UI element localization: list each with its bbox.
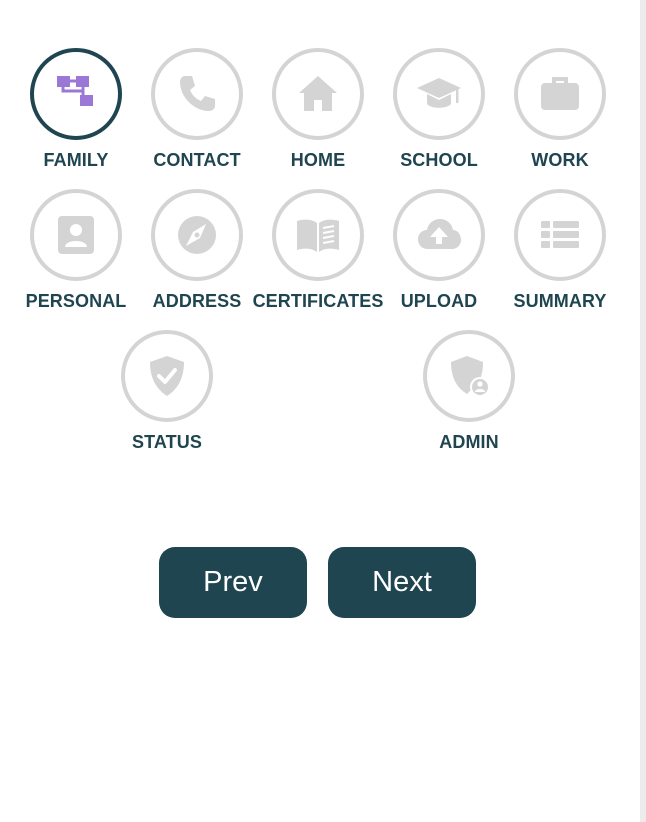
shield-user-icon (451, 356, 490, 397)
id-badge-icon (58, 216, 94, 254)
step-address[interactable]: ADDRESS (127, 189, 267, 312)
step-contact[interactable]: CONTACT (127, 48, 267, 171)
personal-circle (30, 189, 122, 281)
home-circle (272, 48, 364, 140)
step-label: CERTIFICATES (252, 291, 384, 311)
family-tree-icon (57, 76, 93, 106)
upload-circle (393, 189, 485, 281)
step-label: STATUS (132, 432, 202, 452)
step-status[interactable]: STATUS (97, 330, 237, 453)
list-icon (541, 221, 579, 248)
step-label: HOME (290, 150, 346, 170)
step-label: SUMMARY (513, 291, 607, 311)
certificates-circle (272, 189, 364, 281)
summary-circle (514, 189, 606, 281)
work-circle (514, 48, 606, 140)
prev-button[interactable]: Prev (159, 547, 307, 618)
open-book-icon (297, 219, 339, 252)
step-certificates[interactable]: CERTIFICATES (248, 189, 388, 312)
step-school[interactable]: SCHOOL (369, 48, 509, 171)
scrollbar-track[interactable] (640, 0, 646, 822)
briefcase-icon (541, 77, 579, 110)
family-circle (30, 48, 122, 140)
step-label: ADDRESS (152, 291, 242, 311)
step-label: WORK (531, 150, 589, 170)
step-admin[interactable]: ADMIN (399, 330, 539, 453)
step-label: FAMILY (43, 150, 109, 170)
house-icon (299, 76, 337, 111)
status-circle (121, 330, 213, 422)
next-button[interactable]: Next (328, 547, 476, 618)
compass-icon (178, 216, 216, 254)
step-label: UPLOAD (400, 291, 478, 311)
step-label: CONTACT (153, 150, 241, 170)
cloud-upload-icon (418, 219, 461, 249)
address-circle (151, 189, 243, 281)
admin-circle (423, 330, 515, 422)
step-label: SCHOOL (400, 150, 478, 170)
step-label: PERSONAL (25, 291, 127, 311)
step-upload[interactable]: UPLOAD (369, 189, 509, 312)
step-home[interactable]: HOME (248, 48, 388, 171)
step-summary[interactable]: SUMMARY (490, 189, 630, 312)
shield-check-icon (150, 356, 184, 396)
step-label: ADMIN (439, 432, 499, 452)
step-family[interactable]: FAMILY (6, 48, 146, 171)
step-work[interactable]: WORK (490, 48, 630, 171)
phone-icon (180, 76, 215, 111)
step-personal[interactable]: PERSONAL (6, 189, 146, 312)
contact-circle (151, 48, 243, 140)
graduation-cap-icon (417, 78, 461, 108)
school-circle (393, 48, 485, 140)
